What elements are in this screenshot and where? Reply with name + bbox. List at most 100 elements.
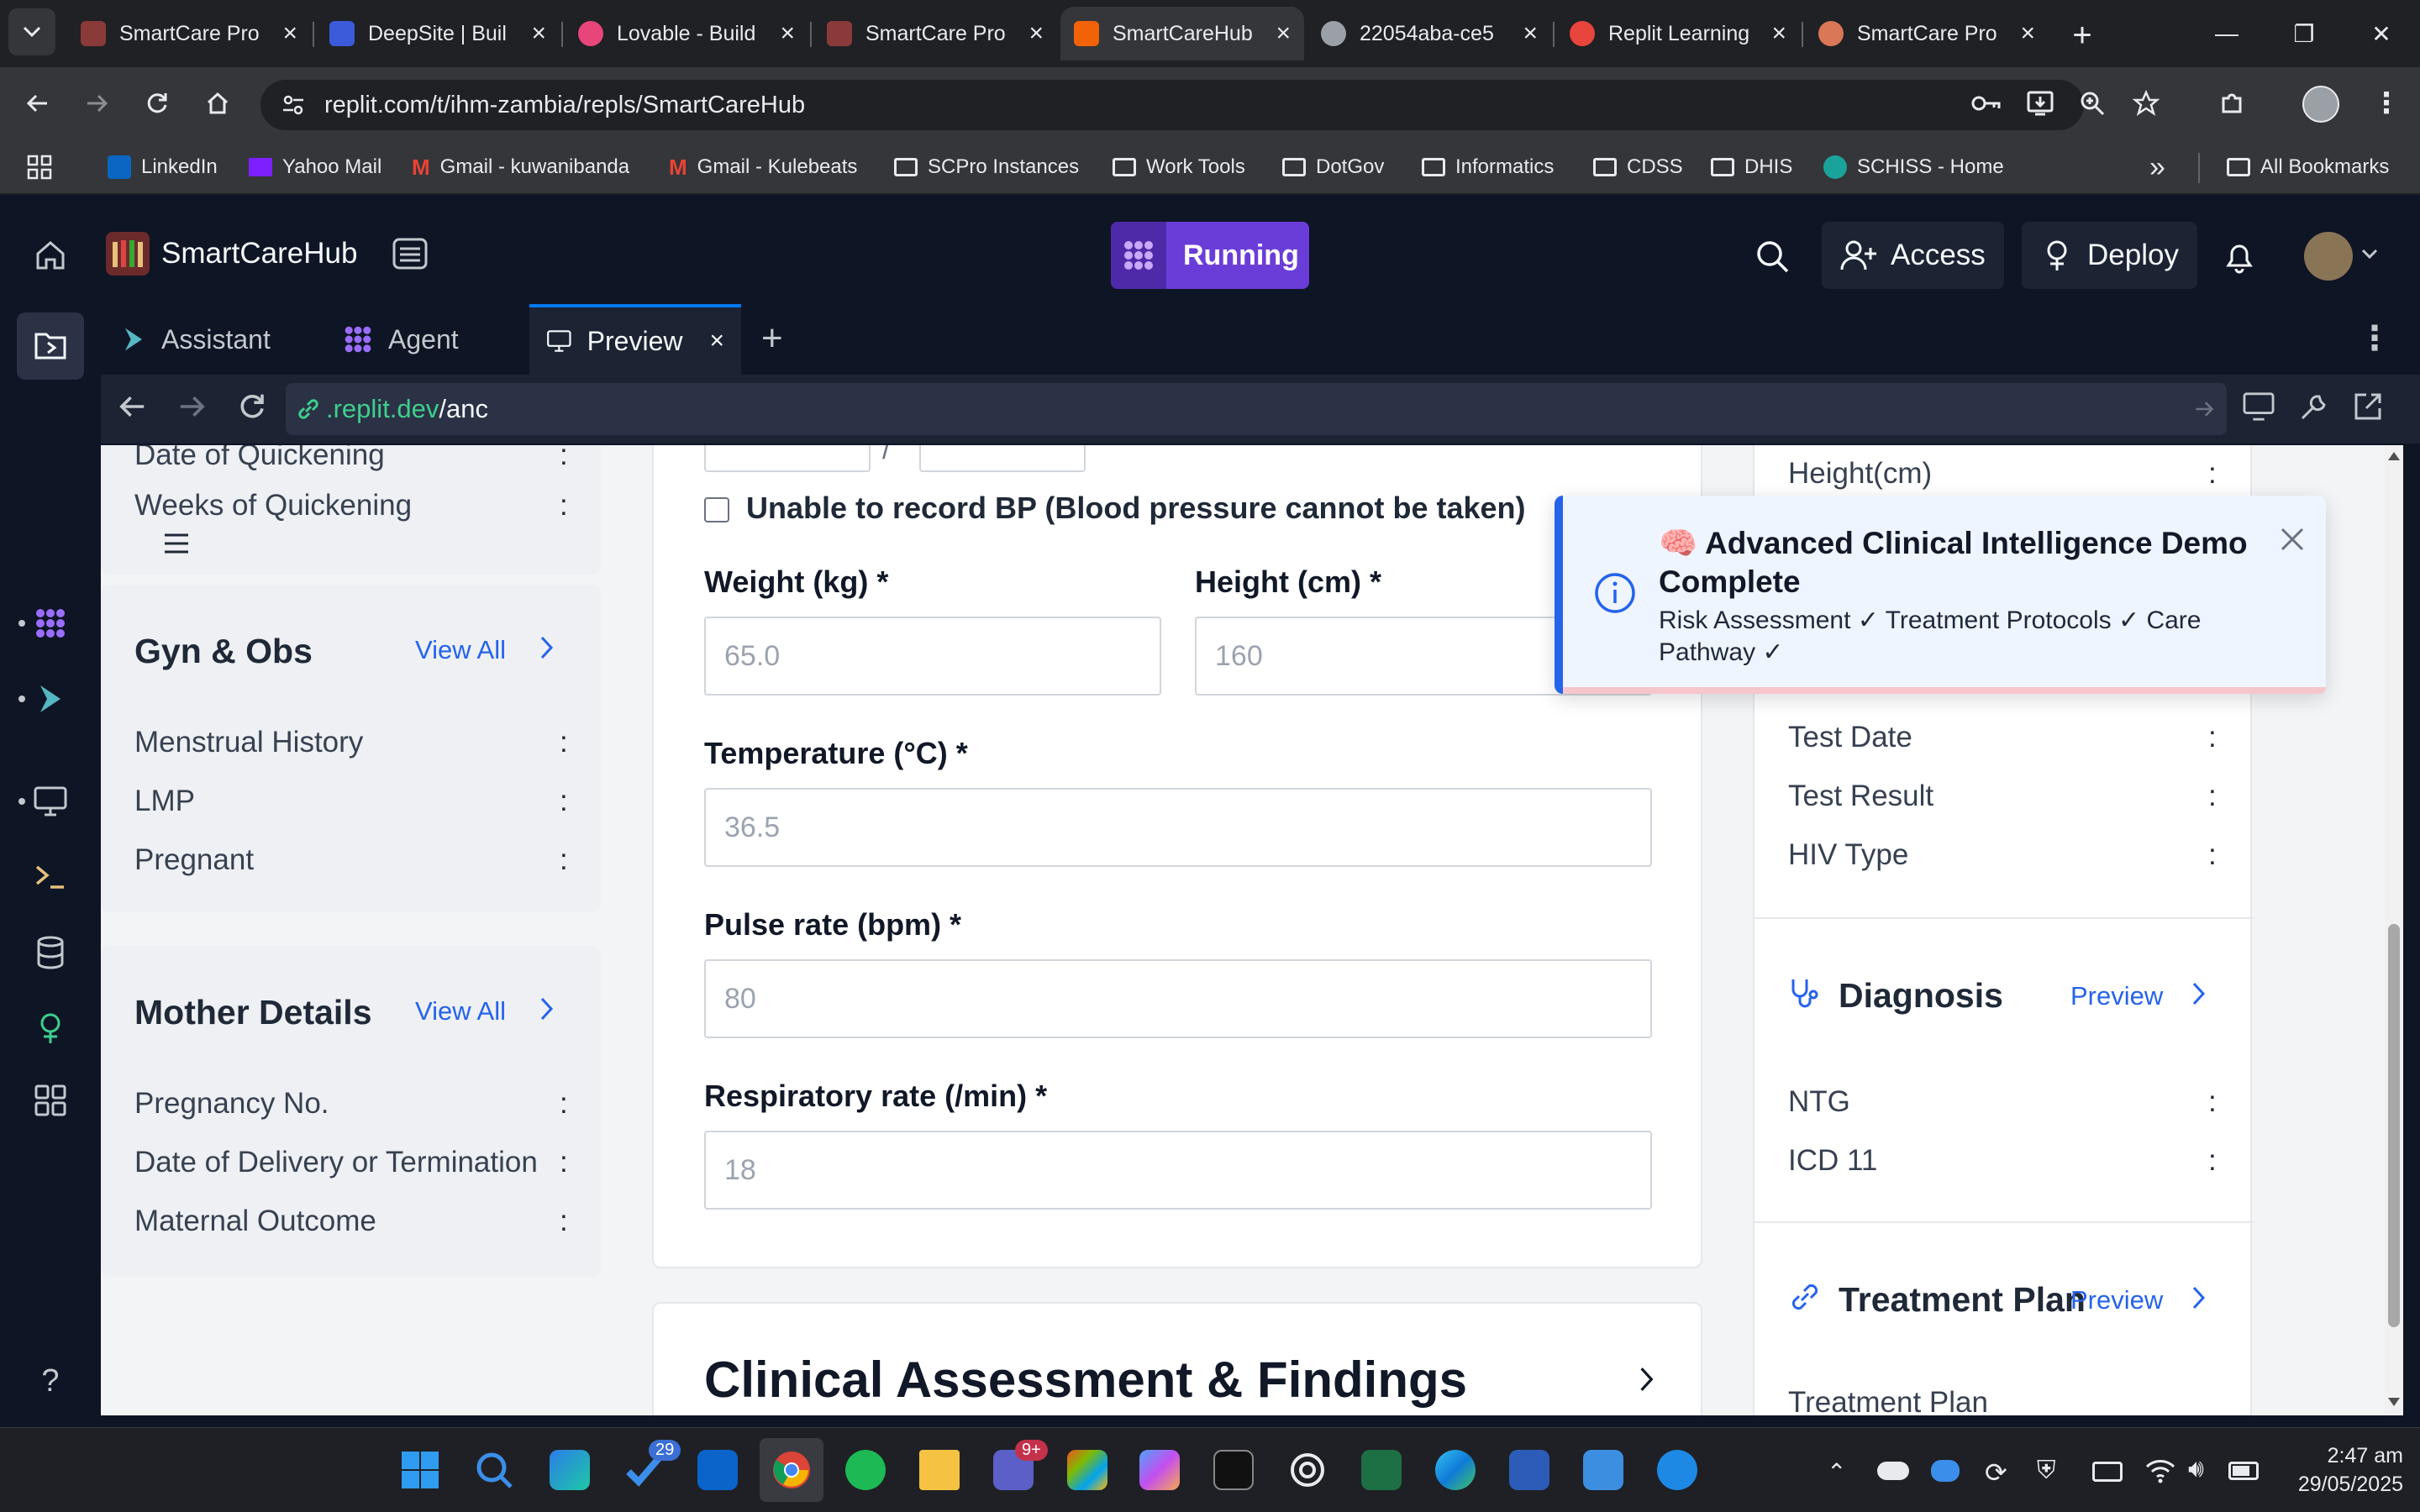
- bookmark-gmail-2[interactable]: M Gmail - Kulebeats: [669, 148, 857, 186]
- close-tab-icon[interactable]: ×: [709, 327, 724, 355]
- minimize-icon[interactable]: —: [2188, 0, 2265, 67]
- pane-menu-icon[interactable]: ⋮: [2358, 319, 2391, 358]
- bookmark-schiss[interactable]: SCHISS - Home: [1823, 148, 2004, 186]
- files-pane-icon[interactable]: [17, 312, 84, 380]
- project-name[interactable]: SmartCareHub: [161, 237, 357, 270]
- run-button[interactable]: Running: [1111, 222, 1309, 289]
- close-tab-icon[interactable]: ×: [1771, 19, 1786, 48]
- extensions-icon[interactable]: [2212, 83, 2252, 123]
- hamburger-menu-icon[interactable]: [163, 533, 190, 554]
- back-icon[interactable]: [17, 82, 59, 124]
- keyboard-icon[interactable]: [2092, 1462, 2123, 1482]
- bookmark-folder[interactable]: DHIS: [1711, 148, 1792, 186]
- bookmark-linkedin[interactable]: LinkedIn: [108, 148, 218, 186]
- tab-search-button[interactable]: [8, 8, 55, 55]
- browser-tab[interactable]: SmartCare Pro ×: [1805, 7, 2049, 60]
- tab-assistant[interactable]: Assistant: [104, 304, 326, 375]
- browser-tab[interactable]: SmartCare Pro ×: [67, 7, 311, 60]
- preview-back-icon[interactable]: [118, 391, 148, 422]
- bookmark-folder[interactable]: CDSS: [1593, 148, 1683, 186]
- site-settings-icon[interactable]: [281, 92, 306, 118]
- chrome-menu-icon[interactable]: ⋮: [2366, 83, 2407, 123]
- user-avatar[interactable]: [2304, 232, 2353, 281]
- unable-bp-checkbox[interactable]: [704, 497, 729, 522]
- close-tab-icon[interactable]: ×: [780, 19, 795, 48]
- deploy-button[interactable]: Deploy: [2022, 222, 2197, 289]
- bookmark-star-icon[interactable]: [2126, 83, 2166, 123]
- chrome-app-icon[interactable]: [760, 1438, 823, 1502]
- spotify-app-icon[interactable]: [834, 1438, 897, 1502]
- agent-icon[interactable]: [25, 598, 76, 648]
- bookmarks-overflow-button[interactable]: »: [2149, 148, 2165, 186]
- chatgpt-app-icon[interactable]: [1276, 1438, 1339, 1502]
- clinical-assessment-section[interactable]: Clinical Assessment & Findings: [652, 1302, 1702, 1415]
- database-icon[interactable]: [25, 927, 76, 978]
- close-icon[interactable]: [2279, 526, 2306, 553]
- open-new-window-icon[interactable]: [2353, 391, 2383, 422]
- search-icon[interactable]: [462, 1438, 526, 1502]
- zoom-icon[interactable]: [2072, 83, 2112, 123]
- home-icon[interactable]: [25, 230, 76, 281]
- edge-app-icon[interactable]: [1423, 1438, 1487, 1502]
- preview-forward-icon[interactable]: [176, 391, 207, 422]
- access-button[interactable]: Access: [1822, 222, 2004, 289]
- copilot-app-icon[interactable]: [1055, 1438, 1119, 1502]
- browser-tab[interactable]: Replit Learning ×: [1556, 7, 1800, 60]
- restore-icon[interactable]: ❐: [2265, 0, 2343, 67]
- password-key-icon[interactable]: [1966, 83, 2007, 123]
- defender-icon[interactable]: ⛨: [2037, 1457, 2056, 1485]
- pulse-input[interactable]: 80: [704, 959, 1652, 1038]
- volume-icon[interactable]: 🔊︎: [2188, 1455, 2204, 1483]
- temperature-input[interactable]: 36.5: [704, 788, 1652, 867]
- diagnosis-preview-link[interactable]: Preview: [2070, 981, 2163, 1011]
- systolic-input[interactable]: [704, 445, 871, 472]
- close-tab-icon[interactable]: ×: [1523, 19, 1538, 48]
- page-scrollbar[interactable]: [2385, 445, 2403, 1415]
- close-tab-icon[interactable]: ×: [2020, 19, 2035, 48]
- scroll-up-icon[interactable]: [2388, 452, 2400, 460]
- browser-tab[interactable]: Lovable - Build ×: [565, 7, 808, 60]
- close-tab-icon[interactable]: ×: [1028, 19, 1044, 48]
- forward-icon[interactable]: [76, 82, 118, 124]
- scrollbar-thumb[interactable]: [2388, 924, 2400, 1327]
- ms365-app-icon[interactable]: [538, 1438, 602, 1502]
- chevron-down-icon[interactable]: [2361, 249, 2378, 260]
- browser-tab-active[interactable]: SmartCareHub ×: [1060, 7, 1304, 60]
- scroll-down-icon[interactable]: [2388, 1398, 2400, 1406]
- tab-preview[interactable]: Preview ×: [529, 304, 741, 375]
- diastolic-input[interactable]: [919, 445, 1086, 472]
- chevron-right-icon[interactable]: [2191, 981, 2207, 1006]
- perplexity-app-icon[interactable]: [1202, 1438, 1265, 1502]
- new-tab-button[interactable]: +: [2059, 12, 2106, 59]
- go-arrow-icon[interactable]: [2193, 398, 2215, 420]
- paint-app-icon[interactable]: [1571, 1438, 1635, 1502]
- all-bookmarks-button[interactable]: All Bookmarks: [2227, 148, 2389, 186]
- preview-url-bar[interactable]: .replit.dev/anc: [286, 383, 2227, 435]
- browser-tab[interactable]: SmartCare Pro ×: [813, 7, 1057, 60]
- bookmark-folder[interactable]: DotGov: [1282, 148, 1384, 186]
- file-list-icon[interactable]: [392, 237, 429, 270]
- devtools-wrench-icon[interactable]: [2299, 391, 2329, 422]
- project-avatar[interactable]: [106, 232, 150, 276]
- search-icon[interactable]: [1754, 239, 1790, 274]
- wifi-icon[interactable]: [2144, 1457, 2176, 1483]
- shell-icon[interactable]: [25, 852, 76, 902]
- copilot-alt-icon[interactable]: [1128, 1438, 1192, 1502]
- install-app-icon[interactable]: [2020, 83, 2060, 123]
- address-bar[interactable]: replit.com/t/ihm-zambia/repls/SmartCareH…: [260, 80, 2084, 130]
- bookmark-gmail-1[interactable]: M Gmail - kuwanibanda: [412, 148, 629, 186]
- todo-app-icon[interactable]: 29: [612, 1438, 681, 1502]
- bookmark-folder[interactable]: Informatics: [1422, 148, 1554, 186]
- deployments-icon[interactable]: [25, 1003, 76, 1053]
- preview-monitor-icon[interactable]: [25, 776, 76, 827]
- teams-app-icon[interactable]: 9+: [981, 1438, 1048, 1502]
- close-window-icon[interactable]: ✕: [2343, 0, 2420, 67]
- weight-input[interactable]: 65.0: [704, 617, 1161, 696]
- preview-reload-icon[interactable]: [237, 391, 267, 422]
- chevron-right-icon[interactable]: [539, 996, 555, 1021]
- chevron-right-icon[interactable]: [539, 635, 555, 660]
- chevron-right-icon[interactable]: [1639, 1366, 1655, 1393]
- device-preview-icon[interactable]: [2242, 391, 2275, 422]
- onedrive-icon[interactable]: [1877, 1462, 1909, 1480]
- bell-icon[interactable]: [2222, 239, 2257, 274]
